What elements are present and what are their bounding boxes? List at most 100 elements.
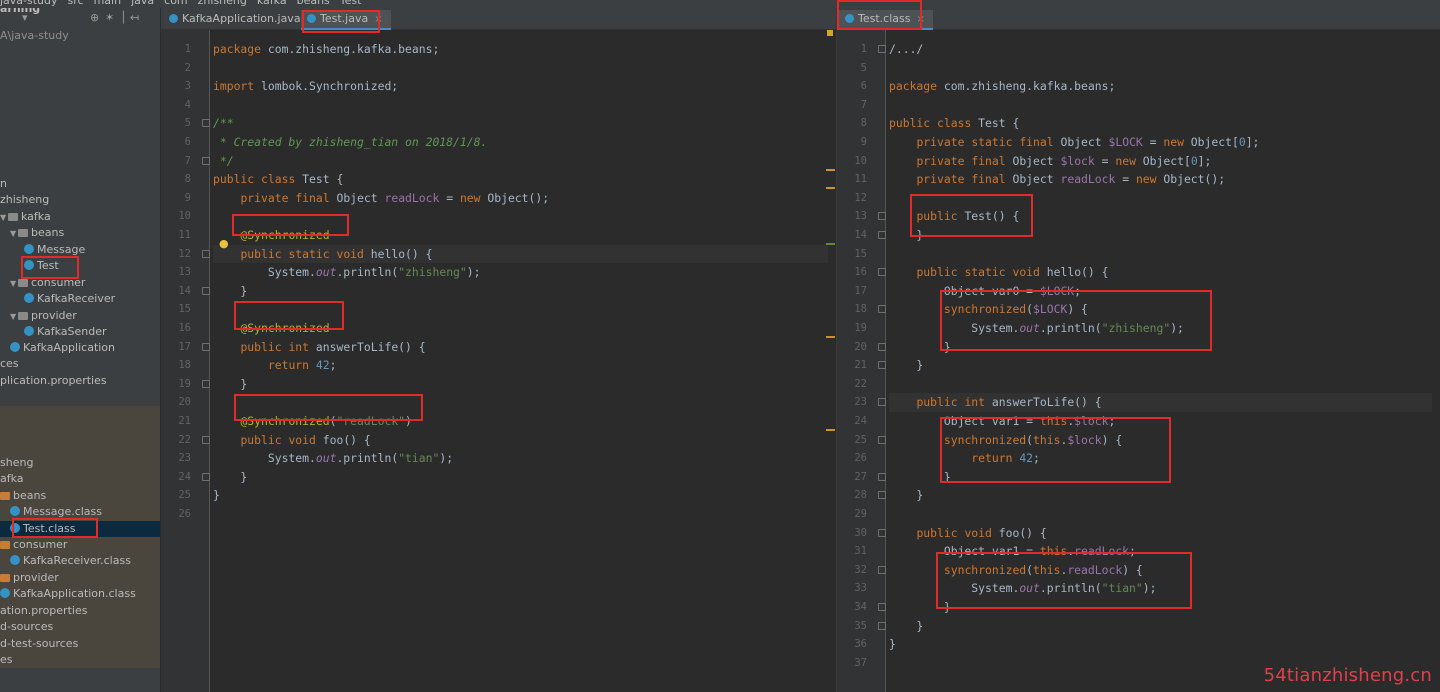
tree-item[interactable]: plication.properties (0, 373, 160, 389)
tree-item[interactable]: ation.properties (0, 603, 160, 619)
code-line[interactable]: public int answerToLife() { (889, 393, 1432, 412)
code-line[interactable]: */ (213, 152, 234, 171)
fold-toggle-icon[interactable] (202, 472, 210, 481)
tree-item[interactable]: KafkaApplication.class (0, 586, 160, 602)
fold-toggle-icon[interactable] (202, 249, 210, 258)
fold-toggle-icon[interactable] (202, 379, 210, 388)
folder-icon (18, 312, 28, 320)
tree-item[interactable]: d-test-sources (0, 636, 160, 652)
code-line[interactable]: * Created by zhisheng_tian on 2018/1/8. (213, 133, 487, 152)
tree-item[interactable]: sheng (0, 455, 160, 471)
line-number: 7 (860, 98, 867, 111)
breadcrumb-item[interactable]: java (131, 0, 154, 7)
code-line[interactable]: import lombok.Synchronized; (213, 77, 398, 96)
code-line[interactable]: } (889, 617, 923, 636)
tree-item[interactable]: beans (0, 488, 160, 504)
code-line[interactable]: return 42; (213, 356, 337, 375)
code-line[interactable]: private final Object readLock = new Obje… (889, 170, 1225, 189)
breadcrumb-item[interactable]: kafka (257, 0, 287, 7)
fold-toggle-icon[interactable] (878, 268, 886, 277)
fold-toggle-icon[interactable] (878, 45, 886, 53)
breadcrumb-item[interactable]: src (68, 0, 84, 7)
fold-toggle-icon[interactable] (878, 305, 886, 314)
code-line[interactable]: public void foo() { (213, 431, 370, 450)
tree-item[interactable]: KafkaApplication (0, 340, 160, 356)
hide-panel-icon[interactable]: ↤ (130, 11, 139, 24)
code-line[interactable]: public class Test { (889, 114, 1019, 133)
tree-item[interactable]: afka (0, 471, 160, 487)
code-line[interactable]: } (889, 486, 923, 505)
expand-arrow-icon[interactable]: ▼ (10, 276, 18, 292)
code-line[interactable]: } (213, 486, 220, 505)
tree-item[interactable]: n (0, 176, 160, 192)
breadcrumb-item[interactable]: main (94, 0, 121, 7)
fold-toggle-icon[interactable] (878, 528, 886, 537)
code-line[interactable]: /.../ (889, 40, 923, 59)
fold-toggle-icon[interactable] (878, 342, 886, 351)
code-line[interactable]: /** (213, 114, 234, 133)
tree-item[interactable]: ces (0, 356, 160, 372)
code-line[interactable]: } (213, 282, 247, 301)
tree-item-label: plication.properties (0, 374, 107, 387)
breadcrumb-item[interactable]: zhisheng (198, 0, 247, 7)
code-area[interactable]: package com.zhisheng.kafka.beans; import … (213, 30, 828, 692)
fold-toggle-icon[interactable] (878, 361, 886, 370)
fold-toggle-icon[interactable] (878, 491, 886, 500)
tree-item[interactable]: KafkaReceiver (0, 291, 160, 307)
tree-item[interactable]: KafkaSender (0, 324, 160, 340)
code-line[interactable]: public int answerToLife() { (213, 338, 425, 357)
breadcrumb-item[interactable]: Test (340, 0, 362, 7)
tree-item[interactable]: provider (0, 570, 160, 586)
tree-item[interactable]: ▼ kafka (0, 209, 160, 226)
tab-kafka-application-java[interactable]: KafkaApplication.java× (163, 10, 323, 30)
fold-toggle-icon[interactable] (878, 435, 886, 444)
settings-icon[interactable]: ✶ (105, 11, 114, 24)
tree-item[interactable]: consumer (0, 537, 160, 553)
project-title[interactable]: arning (0, 8, 40, 15)
code-line[interactable]: public static void hello() { (213, 244, 828, 264)
breadcrumb-item[interactable]: beans (297, 0, 330, 7)
tree-item[interactable]: A\java-study (0, 28, 160, 44)
expand-arrow-icon[interactable]: ▼ (0, 210, 8, 226)
line-number: 20 (178, 396, 191, 409)
fold-toggle-icon[interactable] (878, 398, 886, 407)
code-line[interactable]: System.out.println("tian"); (213, 449, 453, 468)
code-line[interactable]: package com.zhisheng.kafka.beans; (889, 77, 1115, 96)
breadcrumb-item[interactable]: java-study (0, 0, 58, 7)
code-line[interactable]: package com.zhisheng.kafka.beans; (213, 40, 439, 59)
dropdown-icon[interactable]: ▾ (22, 11, 28, 24)
tree-item[interactable]: es (0, 652, 160, 668)
target-icon[interactable]: ⊕ (90, 11, 99, 24)
code-line[interactable]: private static final Object $LOCK = new … (889, 133, 1259, 152)
code-line[interactable]: } (213, 375, 247, 394)
fold-toggle-icon[interactable] (202, 119, 210, 128)
bulb-icon[interactable]: ● (219, 237, 229, 250)
code-line[interactable]: System.out.println("zhisheng"); (213, 263, 481, 282)
tree-item[interactable]: KafkaReceiver.class (0, 553, 160, 569)
code-line[interactable]: public class Test { (213, 170, 343, 189)
code-line[interactable]: public static void hello() { (889, 263, 1108, 282)
fold-toggle-icon[interactable] (202, 286, 210, 295)
expand-arrow-icon[interactable]: ▼ (10, 226, 18, 242)
fold-toggle-icon[interactable] (202, 435, 210, 444)
tree-item[interactable]: ▼ provider (0, 308, 160, 325)
fold-toggle-icon[interactable] (202, 342, 210, 351)
fold-toggle-icon[interactable] (878, 231, 886, 239)
fold-toggle-icon[interactable] (878, 565, 886, 574)
tree-item[interactable]: d-sources (0, 619, 160, 635)
code-line[interactable]: private final Object readLock = new Obje… (213, 189, 549, 208)
tree-item[interactable]: ▼ beans (0, 225, 160, 242)
code-line[interactable]: } (889, 356, 923, 375)
fold-toggle-icon[interactable] (878, 621, 886, 630)
breadcrumb-item[interactable]: com (164, 0, 188, 7)
code-line[interactable]: } (213, 468, 247, 487)
expand-arrow-icon[interactable]: ▼ (10, 309, 18, 325)
code-line[interactable]: private final Object $lock = new Object[… (889, 152, 1211, 171)
fold-toggle-icon[interactable] (202, 156, 210, 165)
code-line[interactable]: public void foo() { (889, 524, 1046, 543)
fold-toggle-icon[interactable] (878, 212, 886, 221)
fold-toggle-icon[interactable] (878, 603, 886, 611)
tree-item[interactable]: zhisheng (0, 192, 160, 208)
fold-toggle-icon[interactable] (878, 472, 886, 481)
code-line[interactable]: } (889, 635, 896, 654)
